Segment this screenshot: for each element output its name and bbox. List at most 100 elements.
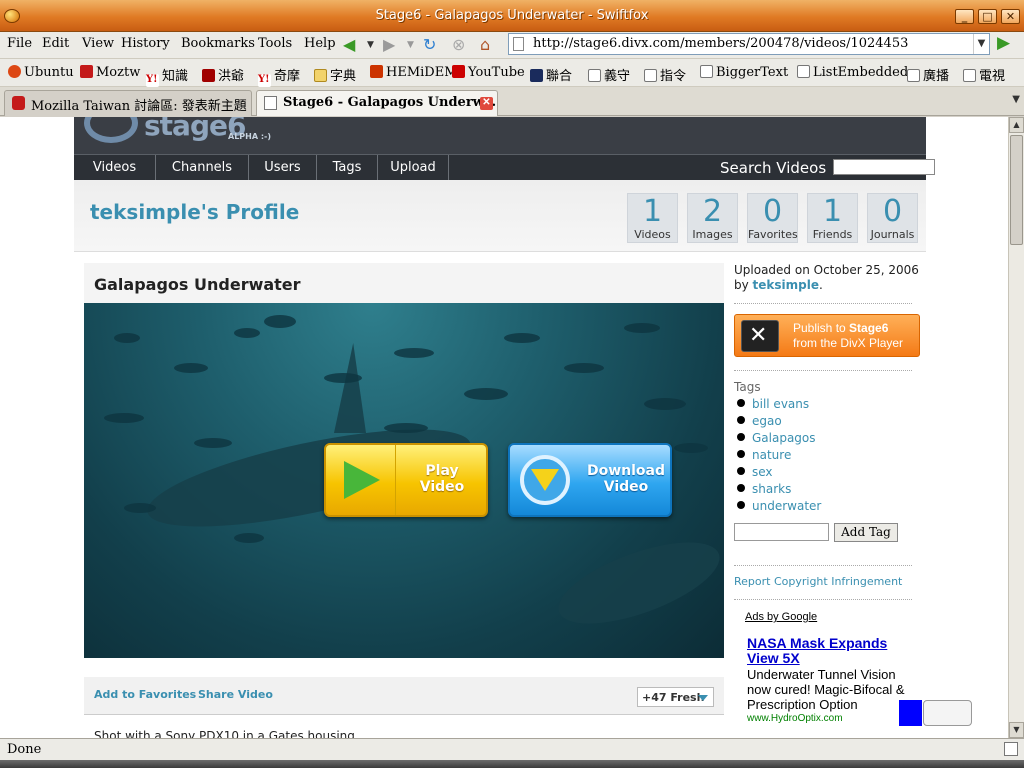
play-video-button[interactable]: Play Video: [324, 443, 488, 517]
go-icon[interactable]: ▶: [997, 33, 1017, 53]
report-copyright-link[interactable]: Report Copyright Infringement: [734, 575, 902, 588]
bookmark-commands[interactable]: 指令: [644, 65, 686, 84]
back-icon[interactable]: ◀: [343, 35, 355, 55]
bullet: [737, 399, 745, 407]
tag-input[interactable]: [734, 523, 829, 541]
bookmark-radio[interactable]: 廣播: [907, 65, 949, 84]
stop-icon[interactable]: ⊗: [452, 35, 465, 55]
fresh-rating-dropdown[interactable]: +47 Fresh: [637, 687, 714, 707]
play-icon-area: [326, 445, 396, 515]
url-dropdown-icon[interactable]: ▼: [973, 34, 989, 54]
download-video-button[interactable]: Download Video: [508, 443, 672, 517]
menu-file[interactable]: File: [7, 36, 32, 51]
bookmark-youtube[interactable]: YouTube: [452, 65, 525, 80]
bookmark-hongye[interactable]: 洪爺: [202, 65, 244, 84]
tag-link[interactable]: nature: [752, 448, 791, 462]
yahoo-icon: Y!: [258, 74, 271, 87]
shark-fin: [334, 343, 366, 433]
fish: [124, 503, 156, 513]
bookmark-kimo[interactable]: Y! 奇摩: [258, 65, 300, 87]
tab-label: Stage6 - Galapagos Underw...: [283, 95, 497, 110]
minimize-button[interactable]: _: [955, 9, 974, 24]
close-tab-icon[interactable]: ✕: [480, 97, 493, 110]
blue-widget: [899, 700, 922, 726]
scroll-thumb[interactable]: [1010, 135, 1023, 245]
fish: [394, 348, 434, 358]
ads-by-google-link[interactable]: Ads by Google: [745, 611, 817, 623]
add-to-favorites-link[interactable]: Add to Favorites: [94, 688, 196, 701]
tag-link[interactable]: underwater: [752, 499, 821, 513]
tab-list-dropdown-icon[interactable]: ▼: [1012, 94, 1020, 105]
url-text[interactable]: http://stage6.divx.com/members/200478/vi…: [533, 36, 908, 51]
reload-icon[interactable]: ↻: [423, 35, 436, 55]
status-icon[interactable]: [1004, 742, 1018, 756]
ad-title-link[interactable]: NASA Mask Expands View 5X: [747, 636, 907, 666]
bookmark-udn[interactable]: 聯合: [530, 65, 572, 84]
add-tag-button[interactable]: Add Tag: [834, 523, 898, 542]
ad-url-link[interactable]: www.HydroOptix.com: [747, 713, 843, 724]
taskbar-edge: [0, 760, 1024, 768]
bullet: [737, 450, 745, 458]
tab-mozilla-taiwan[interactable]: Mozilla Taiwan 討論區: 發表新主題: [4, 90, 252, 116]
fish: [264, 315, 296, 328]
bookmark-biggertext[interactable]: BiggerText: [700, 65, 788, 80]
menu-bookmarks[interactable]: Bookmarks: [181, 36, 255, 51]
nav-users[interactable]: Users: [249, 155, 317, 181]
bookmark-hemidemi[interactable]: HEMiDEMi: [370, 65, 462, 80]
divider: [734, 565, 912, 566]
youtube-icon: [452, 65, 465, 78]
stat-friends[interactable]: 1 Friends: [807, 193, 858, 243]
author-link[interactable]: teksimple: [753, 278, 819, 292]
bookmark-isu[interactable]: 義守: [588, 65, 630, 84]
scroll-down-icon[interactable]: ▼: [1009, 722, 1024, 738]
profile-title[interactable]: teksimple's Profile: [90, 200, 299, 224]
stat-journals[interactable]: 0 Journals: [867, 193, 918, 243]
bookmark-knowledge[interactable]: Y! 知識: [146, 65, 188, 87]
nav-upload[interactable]: Upload: [378, 155, 449, 181]
page-viewport: stage6 ALPHA :-) Videos Channels Users T…: [0, 117, 1008, 738]
bookmark-moztw[interactable]: Moztw: [80, 65, 140, 80]
nav-videos[interactable]: Videos: [74, 155, 156, 181]
bookmark-tv[interactable]: 電視: [963, 65, 1005, 84]
vertical-scrollbar[interactable]: ▲ ▼: [1008, 117, 1024, 738]
address-bar[interactable]: http://stage6.divx.com/members/200478/vi…: [508, 33, 990, 55]
bookmark-ubuntu[interactable]: Ubuntu: [8, 65, 74, 80]
floating-button[interactable]: [923, 700, 972, 726]
maximize-button[interactable]: □: [978, 9, 997, 24]
menu-edit[interactable]: Edit: [42, 36, 69, 51]
publish-label: Publish to Stage6 from the DivX Player: [793, 321, 904, 350]
tag-link[interactable]: sex: [752, 465, 773, 479]
tag-link[interactable]: sharks: [752, 482, 791, 496]
menu-help[interactable]: Help: [304, 36, 336, 51]
tag-link[interactable]: egao: [752, 414, 782, 428]
close-window-button[interactable]: ✕: [1001, 9, 1020, 24]
tag-link[interactable]: Galapagos: [752, 431, 816, 445]
tab-stage6[interactable]: Stage6 - Galapagos Underw... ✕: [256, 90, 498, 116]
nav-tags[interactable]: Tags: [317, 155, 378, 181]
scroll-up-icon[interactable]: ▲: [1009, 117, 1024, 133]
bookmarks-toolbar: Ubuntu Moztw Y! 知識 洪爺 Y! 奇摩 字典 HEMiDEMi Yo…: [0, 59, 1024, 87]
back-dropdown-icon[interactable]: ▼: [367, 35, 374, 55]
home-icon[interactable]: ⌂: [480, 35, 490, 55]
nav-channels[interactable]: Channels: [156, 155, 249, 181]
share-video-link[interactable]: Share Video: [198, 688, 273, 701]
menu-tools[interactable]: Tools: [258, 36, 292, 51]
search-input[interactable]: [833, 159, 935, 175]
fish: [104, 413, 144, 423]
bookmark-listembedded[interactable]: ListEmbedded: [797, 65, 908, 80]
menu-view[interactable]: View: [82, 36, 114, 51]
stat-videos[interactable]: 1 Videos: [627, 193, 678, 243]
bookmark-dictionary[interactable]: 字典: [314, 65, 356, 84]
forward-dropdown-icon[interactable]: ▼: [407, 35, 414, 55]
tag-link[interactable]: bill evans: [752, 397, 809, 411]
stat-images[interactable]: 2 Images: [687, 193, 738, 243]
fish: [174, 363, 208, 373]
chevron-down-icon: [531, 469, 559, 491]
shark-silhouette: [548, 525, 724, 641]
forward-icon[interactable]: ▶: [383, 35, 395, 55]
stat-favorites[interactable]: 0 Favorites: [747, 193, 798, 243]
menu-history[interactable]: History: [121, 36, 170, 51]
fish: [644, 398, 686, 410]
publish-to-stage6-button[interactable]: Publish to Stage6from the DivX Player: [734, 314, 920, 357]
chevron-down-icon: [698, 695, 708, 701]
